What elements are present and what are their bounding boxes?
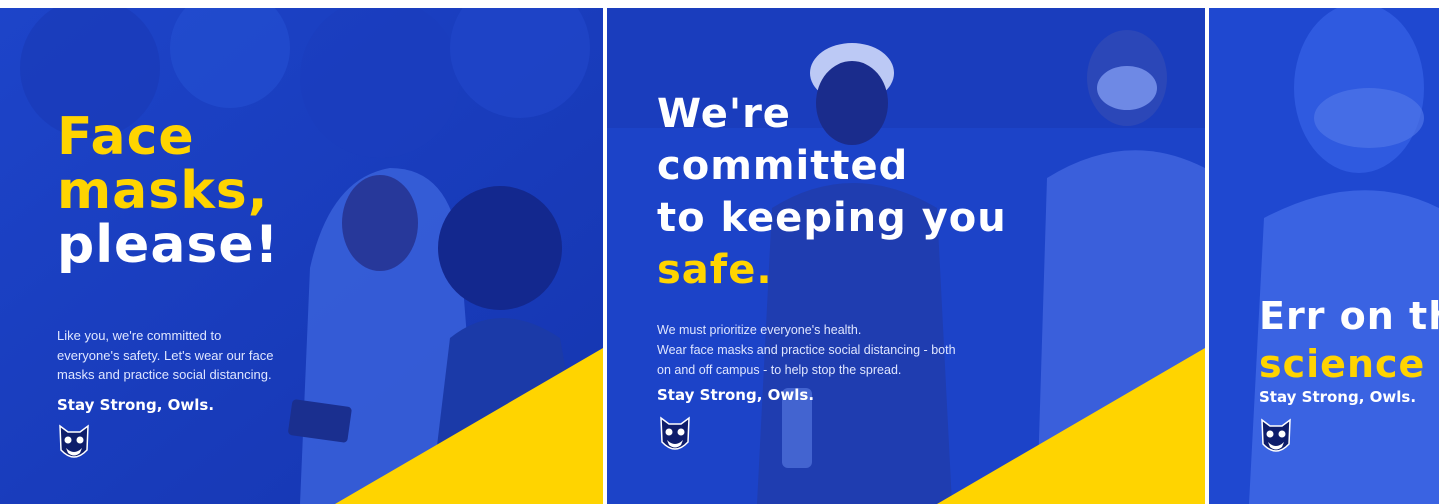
headline-line: please! (57, 215, 280, 275)
body-line: on and off campus - to help stop the spr… (657, 363, 902, 377)
background-photo (1209, 8, 1439, 504)
poster-err-on-science: Err on th science Stay Strong, Owls. (1209, 8, 1439, 504)
headline-line: masks, (57, 161, 269, 221)
body-line: We must prioritize everyone's health. (657, 323, 862, 337)
owl-logo-icon (1261, 418, 1291, 452)
owl-logo-icon (660, 416, 690, 450)
body-line: masks and practice social distancing. (57, 367, 272, 382)
headline-line: Err on th (1259, 294, 1439, 338)
poster-committed: We're committed to keeping you safe. We … (607, 8, 1205, 504)
headline-line: to keeping you (657, 195, 1007, 241)
tagline: Stay Strong, Owls. (57, 396, 215, 414)
headline-line: Face (57, 107, 195, 167)
body-line: Like you, we're committed to (57, 328, 222, 343)
headline-line: We're (657, 91, 791, 137)
poster-face-masks: Face masks, please! Like you, we're comm… (0, 8, 603, 504)
body-copy: We must prioritize everyone's health. We… (657, 320, 956, 380)
headline-line: science (1259, 342, 1426, 386)
headline-line: safe. (657, 247, 773, 293)
tagline: Stay Strong, Owls. (1259, 388, 1417, 406)
headline-line: committed (657, 143, 909, 189)
tagline: Stay Strong, Owls. (657, 386, 815, 404)
poster-strip: Face masks, please! Like you, we're comm… (0, 0, 1439, 504)
headline: Err on th science (1259, 292, 1439, 388)
body-copy: Like you, we're committed to everyone's … (57, 326, 273, 385)
headline: Face masks, please! (57, 110, 279, 272)
body-line: everyone's safety. Let's wear our face (57, 347, 274, 363)
body-line: Wear face masks and practice social dist… (657, 343, 956, 357)
headline: We're committed to keeping you safe. (657, 88, 1007, 296)
owl-logo-icon (59, 424, 89, 458)
